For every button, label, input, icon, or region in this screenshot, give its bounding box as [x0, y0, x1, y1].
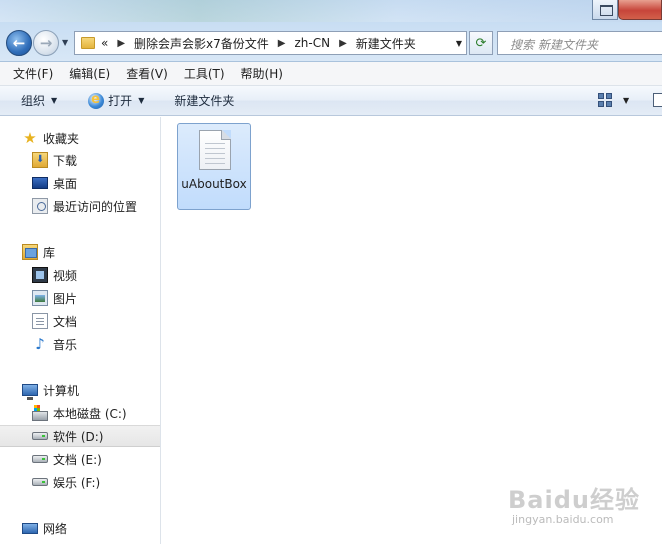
document-icon	[32, 313, 48, 329]
organize-button[interactable]: 组织 ▼	[0, 89, 67, 113]
back-button[interactable]: ←	[6, 30, 32, 56]
nav-label: 娱乐 (F:)	[53, 475, 101, 490]
chevron-right-icon[interactable]: ▶	[117, 38, 125, 49]
close-button[interactable]	[618, 0, 662, 20]
title-blur	[0, 0, 662, 22]
nav-favorites[interactable]: ★ 收藏夹	[0, 127, 160, 149]
chevron-right-icon[interactable]: ▶	[278, 38, 286, 49]
nav-label: 桌面	[53, 176, 78, 191]
history-dropdown-icon[interactable]: ▼	[62, 38, 68, 47]
nav-label: 库	[43, 245, 56, 260]
watermark: Baidu经验 jingyan.baidu.com	[508, 480, 658, 540]
nav-item-pictures[interactable]: 图片	[0, 287, 160, 309]
arrow-left-icon: ←	[12, 34, 26, 52]
nav-label: 音乐	[53, 337, 78, 352]
command-bar: 组织 ▼ 打开 ▼ 新建文件夹	[0, 86, 662, 116]
refresh-button[interactable]: ⟳	[469, 31, 493, 55]
nav-label: 视频	[53, 268, 78, 283]
preview-pane-icon[interactable]	[653, 93, 662, 107]
nav-item-drive-f[interactable]: 娱乐 (F:)	[0, 471, 160, 493]
computer-icon	[22, 384, 38, 400]
nav-label: 图片	[53, 291, 78, 306]
search-input[interactable]: 搜索 新建文件夹	[497, 31, 662, 55]
address-bar[interactable]: « ▶ 删除会声会影x7备份文件 ▶ zh-CN ▶ 新建文件夹 ▼	[74, 31, 467, 55]
nav-label: 文档 (E:)	[53, 452, 102, 467]
recent-places-icon	[32, 198, 48, 214]
music-icon: ♪	[35, 335, 45, 353]
nav-label: 文档	[53, 314, 78, 329]
menu-edit[interactable]: 编辑(E)	[61, 65, 118, 82]
downloads-icon	[32, 152, 48, 168]
breadcrumb-overflow[interactable]: «	[101, 36, 108, 50]
nav-item-drive-d[interactable]: 软件 (D:)	[0, 425, 160, 447]
network-icon	[22, 522, 38, 534]
video-icon	[32, 267, 48, 283]
open-button[interactable]: 打开 ▼	[67, 89, 154, 113]
nav-item-documents[interactable]: 文档	[0, 310, 160, 332]
nav-item-desktop[interactable]: 桌面	[0, 172, 160, 194]
new-folder-label: 新建文件夹	[174, 94, 235, 108]
nav-network[interactable]: 网络	[0, 517, 160, 539]
nav-item-drive-e[interactable]: 文档 (E:)	[0, 448, 160, 470]
maximize-button[interactable]	[592, 0, 618, 20]
nav-computer[interactable]: 计算机	[0, 379, 160, 401]
ie-icon	[88, 92, 105, 109]
library-icon	[22, 244, 38, 260]
address-dropdown-icon[interactable]: ▼	[456, 39, 462, 48]
view-dropdown-icon[interactable]: ▼	[623, 96, 629, 105]
menu-help[interactable]: 帮助(H)	[233, 65, 291, 82]
hard-drive-icon	[32, 432, 48, 440]
new-folder-button[interactable]: 新建文件夹	[154, 89, 244, 113]
menu-file[interactable]: 文件(F)	[5, 65, 61, 82]
picture-icon	[32, 290, 48, 306]
menu-bar: 文件(F) 编辑(E) 查看(V) 工具(T) 帮助(H)	[0, 62, 662, 86]
nav-label: 软件 (D:)	[53, 429, 104, 444]
nav-item-downloads[interactable]: 下载	[0, 149, 160, 171]
refresh-icon: ⟳	[475, 35, 487, 51]
forward-button[interactable]: →	[33, 30, 59, 56]
breadcrumb-item[interactable]: 新建文件夹	[356, 35, 416, 52]
nav-item-music[interactable]: ♪ 音乐	[0, 333, 160, 355]
chevron-down-icon: ▼	[51, 96, 58, 105]
arrow-right-icon: →	[39, 34, 53, 52]
hard-drive-icon	[32, 455, 48, 463]
navigation-pane: ★ 收藏夹 下载 桌面 最近访问的位置 库 视频 图片 文档 ♪ 音乐 计算机 …	[0, 117, 161, 544]
star-icon: ★	[23, 129, 37, 147]
nav-item-recent[interactable]: 最近访问的位置	[0, 195, 160, 217]
open-label: 打开	[108, 94, 133, 108]
nav-label: 收藏夹	[43, 131, 80, 146]
file-item[interactable]: uAboutBox	[177, 123, 251, 210]
menu-view[interactable]: 查看(V)	[118, 65, 176, 82]
file-name: uAboutBox	[181, 177, 247, 191]
system-drive-icon	[32, 405, 48, 421]
nav-label: 本地磁盘 (C:)	[53, 406, 127, 421]
text-file-icon	[199, 130, 231, 170]
chevron-down-icon: ▼	[138, 96, 145, 105]
view-options-icon[interactable]	[598, 93, 612, 107]
organize-label: 组织	[21, 94, 46, 108]
nav-item-drive-c[interactable]: 本地磁盘 (C:)	[0, 402, 160, 424]
folder-icon	[81, 37, 95, 49]
watermark-logo: Baidu经验	[508, 486, 640, 514]
nav-label: 网络	[43, 521, 68, 536]
breadcrumb-item[interactable]: 删除会声会影x7备份文件	[134, 35, 269, 52]
nav-item-videos[interactable]: 视频	[0, 264, 160, 286]
nav-label: 计算机	[43, 383, 80, 398]
menu-tools[interactable]: 工具(T)	[176, 65, 233, 82]
chevron-right-icon[interactable]: ▶	[339, 38, 347, 49]
nav-label: 最近访问的位置	[53, 199, 138, 214]
desktop-icon	[32, 177, 48, 189]
nav-libraries[interactable]: 库	[0, 241, 160, 263]
breadcrumb-item[interactable]: zh-CN	[295, 36, 331, 50]
hard-drive-icon	[32, 478, 48, 486]
nav-label: 下载	[53, 153, 78, 168]
